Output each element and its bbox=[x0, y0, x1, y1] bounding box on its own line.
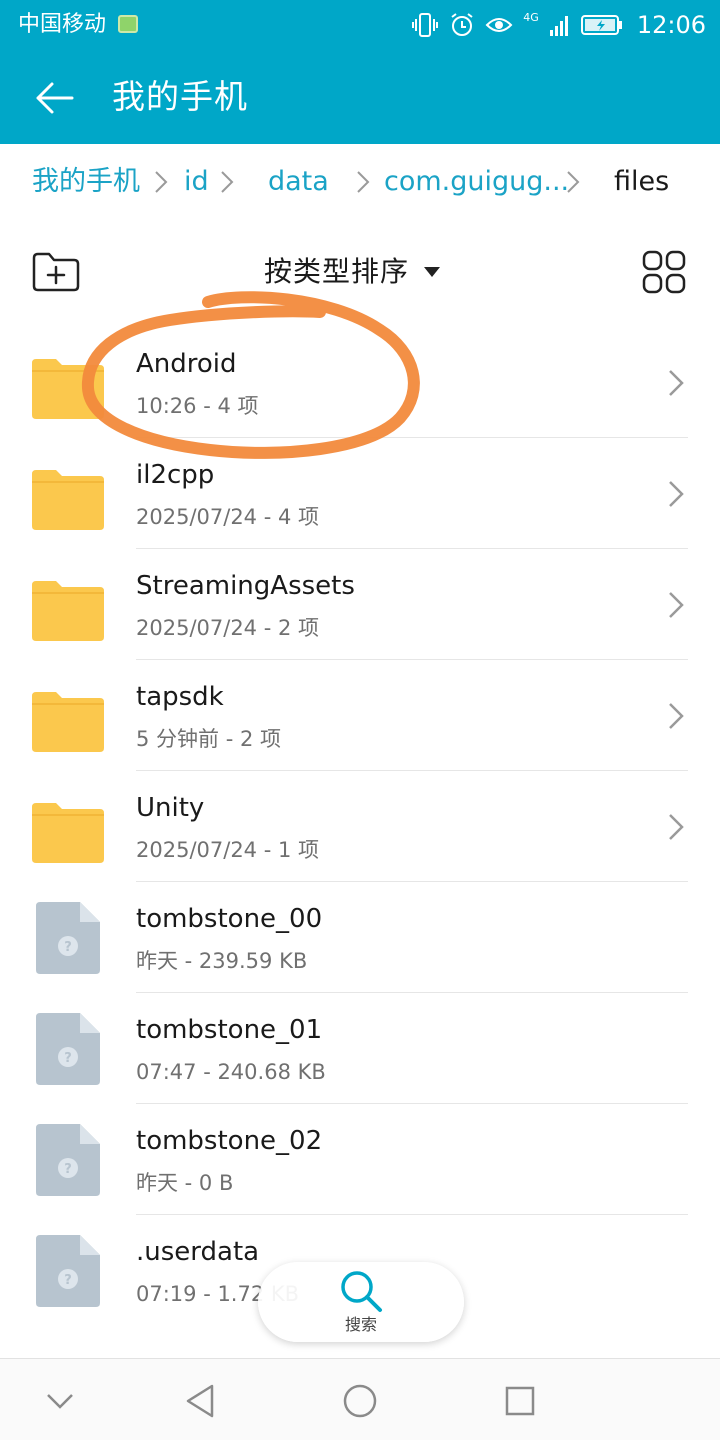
unknown-file-icon: ? bbox=[36, 1124, 100, 1196]
item-name: tapsdk bbox=[136, 682, 224, 712]
breadcrumb-item-package[interactable]: com.guigug... bbox=[384, 164, 569, 200]
nav-back-button[interactable] bbox=[178, 1379, 222, 1423]
svg-text:?: ? bbox=[64, 1162, 72, 1177]
item-meta: 昨天 - 239.59 KB bbox=[136, 949, 308, 973]
caret-down-icon bbox=[424, 267, 441, 277]
chevron-down-icon bbox=[47, 1394, 73, 1409]
breadcrumb-item-id[interactable]: id bbox=[184, 164, 209, 200]
chevron-right-icon bbox=[669, 703, 684, 729]
unknown-file-icon: ? bbox=[36, 1013, 100, 1085]
item-name: StreamingAssets bbox=[136, 571, 355, 601]
clock: 12:06 bbox=[636, 11, 706, 39]
square-recents-icon bbox=[505, 1386, 535, 1416]
vibrate-icon bbox=[412, 13, 439, 37]
list-item-file[interactable]: ? tombstone_01 07:47 - 240.68 KB bbox=[0, 993, 720, 1104]
chevron-right-icon bbox=[567, 171, 580, 193]
folder-icon bbox=[32, 803, 104, 863]
list-item-folder[interactable]: Unity 2025/07/24 - 1 项 bbox=[0, 771, 720, 882]
item-meta: 5 分钟前 - 2 项 bbox=[136, 727, 282, 751]
grid-view-icon[interactable] bbox=[642, 250, 686, 294]
sort-label: 按类型排序 bbox=[264, 255, 410, 288]
chevron-right-icon bbox=[669, 592, 684, 618]
navigation-bar bbox=[0, 1358, 720, 1440]
back-arrow-icon bbox=[36, 82, 74, 114]
item-name: tombstone_00 bbox=[136, 904, 323, 934]
chevron-right-icon bbox=[669, 814, 684, 840]
list-item-folder[interactable]: StreamingAssets 2025/07/24 - 2 项 bbox=[0, 549, 720, 660]
eye-comfort-icon bbox=[485, 18, 513, 32]
item-meta: 2025/07/24 - 2 项 bbox=[136, 616, 320, 640]
item-name: .userdata bbox=[136, 1237, 260, 1267]
list-item-file[interactable]: ? tombstone_00 昨天 - 239.59 KB bbox=[0, 882, 720, 993]
item-meta: 2025/07/24 - 1 项 bbox=[136, 838, 320, 862]
breadcrumb-item-files: files bbox=[614, 166, 670, 197]
alarm-icon bbox=[451, 13, 473, 36]
search-icon bbox=[341, 1271, 382, 1312]
page-title: 我的手机 bbox=[112, 77, 248, 116]
list-item-folder[interactable]: tapsdk 5 分钟前 - 2 项 bbox=[0, 660, 720, 771]
network-type: 4G bbox=[523, 11, 539, 24]
file-toolbar: 按类型排序 bbox=[0, 232, 720, 312]
status-bar: 中国移动 4G 12:06 bbox=[0, 0, 720, 50]
breadcrumb: 我的手机 id data com.guigug... files bbox=[0, 144, 720, 220]
chevron-right-icon bbox=[357, 171, 370, 193]
folder-icon bbox=[32, 359, 104, 419]
nav-recents-button[interactable] bbox=[498, 1379, 542, 1423]
circle-home-icon bbox=[343, 1384, 377, 1418]
search-label: 搜索 bbox=[344, 1315, 377, 1334]
list-item-file[interactable]: ? tombstone_02 昨天 - 0 B bbox=[0, 1104, 720, 1215]
chevron-right-icon bbox=[669, 370, 684, 396]
search-button[interactable]: 搜索 bbox=[258, 1262, 464, 1342]
carrier-name: 中国移动 bbox=[18, 12, 107, 37]
breadcrumb-item-data[interactable]: data bbox=[268, 164, 329, 200]
item-name: Unity bbox=[136, 793, 205, 823]
list-item-folder[interactable]: il2cpp 2025/07/24 - 4 项 bbox=[0, 438, 720, 549]
folder-icon bbox=[32, 581, 104, 641]
chevron-right-icon bbox=[155, 171, 168, 193]
nav-hide-button[interactable] bbox=[38, 1379, 82, 1423]
folder-icon bbox=[32, 470, 104, 530]
folder-icon bbox=[32, 692, 104, 752]
back-button[interactable] bbox=[28, 72, 80, 124]
item-meta: 10:26 - 4 项 bbox=[136, 394, 259, 418]
unknown-file-icon: ? bbox=[36, 1235, 100, 1307]
item-name: il2cpp bbox=[136, 460, 215, 490]
signal-icon bbox=[549, 16, 568, 36]
triangle-back-icon bbox=[186, 1384, 214, 1418]
svg-text:?: ? bbox=[64, 940, 72, 955]
item-meta: 昨天 - 0 B bbox=[136, 1171, 234, 1195]
app-bar: 我的手机 bbox=[0, 50, 720, 144]
chevron-right-icon bbox=[669, 481, 684, 507]
svg-text:?: ? bbox=[64, 1051, 72, 1066]
nav-home-button[interactable] bbox=[338, 1379, 382, 1423]
new-folder-icon[interactable] bbox=[30, 250, 82, 294]
unknown-file-icon: ? bbox=[36, 902, 100, 974]
battery-charging-icon bbox=[580, 15, 622, 35]
item-meta: 07:47 - 240.68 KB bbox=[136, 1060, 326, 1084]
sim-card-icon bbox=[118, 15, 138, 33]
item-name: tombstone_02 bbox=[136, 1126, 323, 1156]
svg-text:?: ? bbox=[64, 1273, 72, 1288]
chevron-right-icon bbox=[221, 171, 234, 193]
item-name: Android bbox=[136, 349, 237, 379]
item-name: tombstone_01 bbox=[136, 1015, 323, 1045]
breadcrumb-item-my-phone[interactable]: 我的手机 bbox=[32, 164, 140, 200]
sort-dropdown[interactable]: 按类型排序 bbox=[264, 250, 441, 294]
list-item-folder[interactable]: Android 10:26 - 4 项 bbox=[0, 327, 720, 438]
item-meta: 2025/07/24 - 4 项 bbox=[136, 505, 320, 529]
